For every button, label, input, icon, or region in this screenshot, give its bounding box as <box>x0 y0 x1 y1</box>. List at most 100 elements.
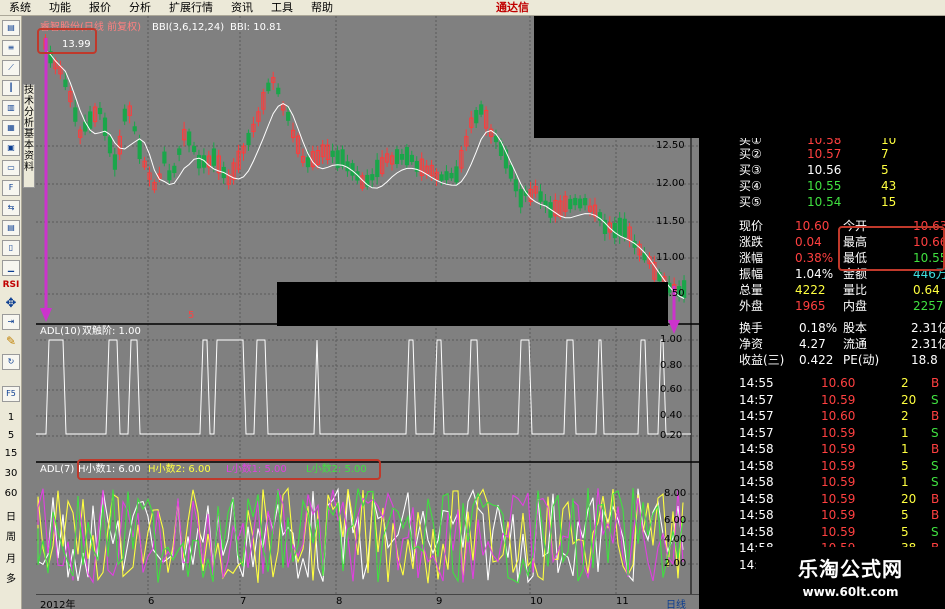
adl-top-value: 双触阶: 1.00 <box>82 326 141 337</box>
stat-row: 外盘 1965 内盘 2257 <box>699 298 945 314</box>
fund-label-2: 股本 <box>843 321 868 335</box>
x-tick-10: 10 <box>530 596 543 607</box>
book-icon[interactable]: ▯ <box>2 240 20 256</box>
candle-body <box>345 161 350 172</box>
candle-body <box>172 165 177 174</box>
stack-icon[interactable]: ▤ <box>2 220 20 236</box>
tick-side: S <box>931 458 939 473</box>
tick-volume: 2 <box>901 376 909 390</box>
candle-body <box>102 117 108 136</box>
candle-body <box>543 200 548 206</box>
stat-row: 总量 4222 量比 0.64 <box>699 282 945 298</box>
compare-icon[interactable]: ⇆ <box>2 200 20 216</box>
tick-volume: 1 <box>901 442 909 456</box>
adl-top-tick-4: 0.40 <box>660 410 683 421</box>
adl-bottom-tick-2: 6.00 <box>664 515 687 526</box>
menu-extended[interactable]: 扩展行情 <box>160 0 222 16</box>
document-icon[interactable]: ▭ <box>2 160 20 176</box>
tick-time: 14:57 <box>739 409 774 423</box>
candle-body <box>578 198 583 209</box>
quote-panel: 买① 10.58 10 买② 10.57 7 买③ 10.56 5 买④ 10.55 43 买⑤ 1… <box>699 133 945 572</box>
move-icon[interactable]: ✥ <box>0 296 22 311</box>
vertical-tab-strip: 技术分析 基本资料 <box>22 16 36 609</box>
candle-body <box>399 153 405 160</box>
x-tick-8: 8 <box>336 596 343 607</box>
fund-value-2: 18.8 <box>911 353 938 367</box>
tick-volume: 5 <box>901 458 909 473</box>
period-day[interactable]: 日 <box>0 508 22 523</box>
period-month[interactable]: 月 <box>0 550 22 565</box>
tick-volume: 20 <box>901 491 917 506</box>
grid-icon[interactable]: ▣ <box>2 140 20 156</box>
tick-time: 14:58 <box>739 442 774 456</box>
exit-icon[interactable]: ⇥ <box>2 314 20 330</box>
stat-label: 外盘 <box>739 299 764 313</box>
bid-volume: 43 <box>881 179 897 193</box>
bar-chart-icon[interactable]: ▥ <box>2 100 20 116</box>
period-30[interactable]: 30 <box>0 468 22 479</box>
stat-label-2: 内盘 <box>843 299 868 313</box>
table-icon[interactable]: ▦ <box>2 120 20 136</box>
candle-body <box>568 198 573 210</box>
tick-price: 10.59 <box>821 508 856 522</box>
fund-label-2: PE(动) <box>843 353 880 367</box>
f5-icon[interactable]: F5 <box>2 386 20 402</box>
line-chart-icon[interactable]: ⟋ <box>2 60 20 76</box>
period-week[interactable]: 周 <box>0 528 22 543</box>
menu-tools[interactable]: 工具 <box>262 0 302 16</box>
tick-time: 14:58 <box>739 458 774 473</box>
tick-time: 14:55 <box>739 376 774 390</box>
bid-label: 买② <box>739 147 762 161</box>
tick-volume: 2 <box>901 409 909 423</box>
price-tick-1150: 11.50 <box>656 216 685 227</box>
candle-body <box>454 166 459 183</box>
kline-icon[interactable]: ┃ <box>2 80 20 96</box>
bbi-value: BBI: 10.81 <box>230 22 282 33</box>
stat-label: 现价 <box>739 219 764 233</box>
candle-body <box>187 131 192 146</box>
refresh-icon[interactable]: ↻ <box>2 354 20 370</box>
bid-label: 买④ <box>739 179 762 193</box>
tick-volume: 20 <box>901 392 917 407</box>
tick-time: 14:57 <box>739 392 774 407</box>
stat-value: 10.60 <box>795 219 830 233</box>
x-tick-6: 6 <box>148 596 155 607</box>
menu-system[interactable]: 系统 <box>0 0 40 16</box>
f10-icon[interactable]: F <box>2 180 20 196</box>
menu-function[interactable]: 功能 <box>40 0 80 16</box>
candle-body <box>479 104 484 115</box>
candle-body <box>439 174 444 181</box>
menu-info[interactable]: 资讯 <box>222 0 262 16</box>
candle-body <box>97 107 103 115</box>
menu-analysis[interactable]: 分析 <box>120 0 160 16</box>
tick-row: 14:57 10.59 1 S <box>699 425 945 441</box>
menu-quote[interactable]: 报价 <box>80 0 120 16</box>
period-multi[interactable]: 多 <box>0 570 22 585</box>
tick-side: B <box>931 376 940 390</box>
period-5[interactable]: 5 <box>0 430 22 441</box>
adl-bottom-lines <box>37 487 684 584</box>
window-icon[interactable]: ▤ <box>2 20 20 36</box>
tick-volume: 1 <box>901 475 909 489</box>
volume-icon[interactable]: ▁ <box>2 260 20 276</box>
rsi-button[interactable]: RSI <box>0 280 22 290</box>
occlusion-top-right <box>534 16 945 138</box>
tick-price: 10.59 <box>821 392 856 407</box>
tick-volume: 5 <box>901 508 909 522</box>
period-label[interactable]: 日线 <box>666 596 686 609</box>
pencil-icon[interactable]: ✎ <box>0 334 22 348</box>
candle-body <box>196 154 202 169</box>
period-15[interactable]: 15 <box>0 448 22 459</box>
menu-bar: 系统 功能 报价 分析 扩展行情 资讯 工具 帮助 通达信 <box>0 0 945 16</box>
menu-help[interactable]: 帮助 <box>302 0 342 16</box>
period-1[interactable]: 1 <box>0 412 22 423</box>
candle-body <box>518 189 523 208</box>
tick-volume: 1 <box>901 425 909 440</box>
period-60[interactable]: 60 <box>0 488 22 499</box>
list-icon[interactable]: ≡ <box>2 40 20 56</box>
tab-fundamentals[interactable]: 基本资料 <box>23 128 35 188</box>
tick-time: 14:58 <box>739 475 774 489</box>
candle-body <box>276 87 281 95</box>
candle-body <box>340 149 345 167</box>
stat-value-2: 0.64 <box>913 283 940 297</box>
